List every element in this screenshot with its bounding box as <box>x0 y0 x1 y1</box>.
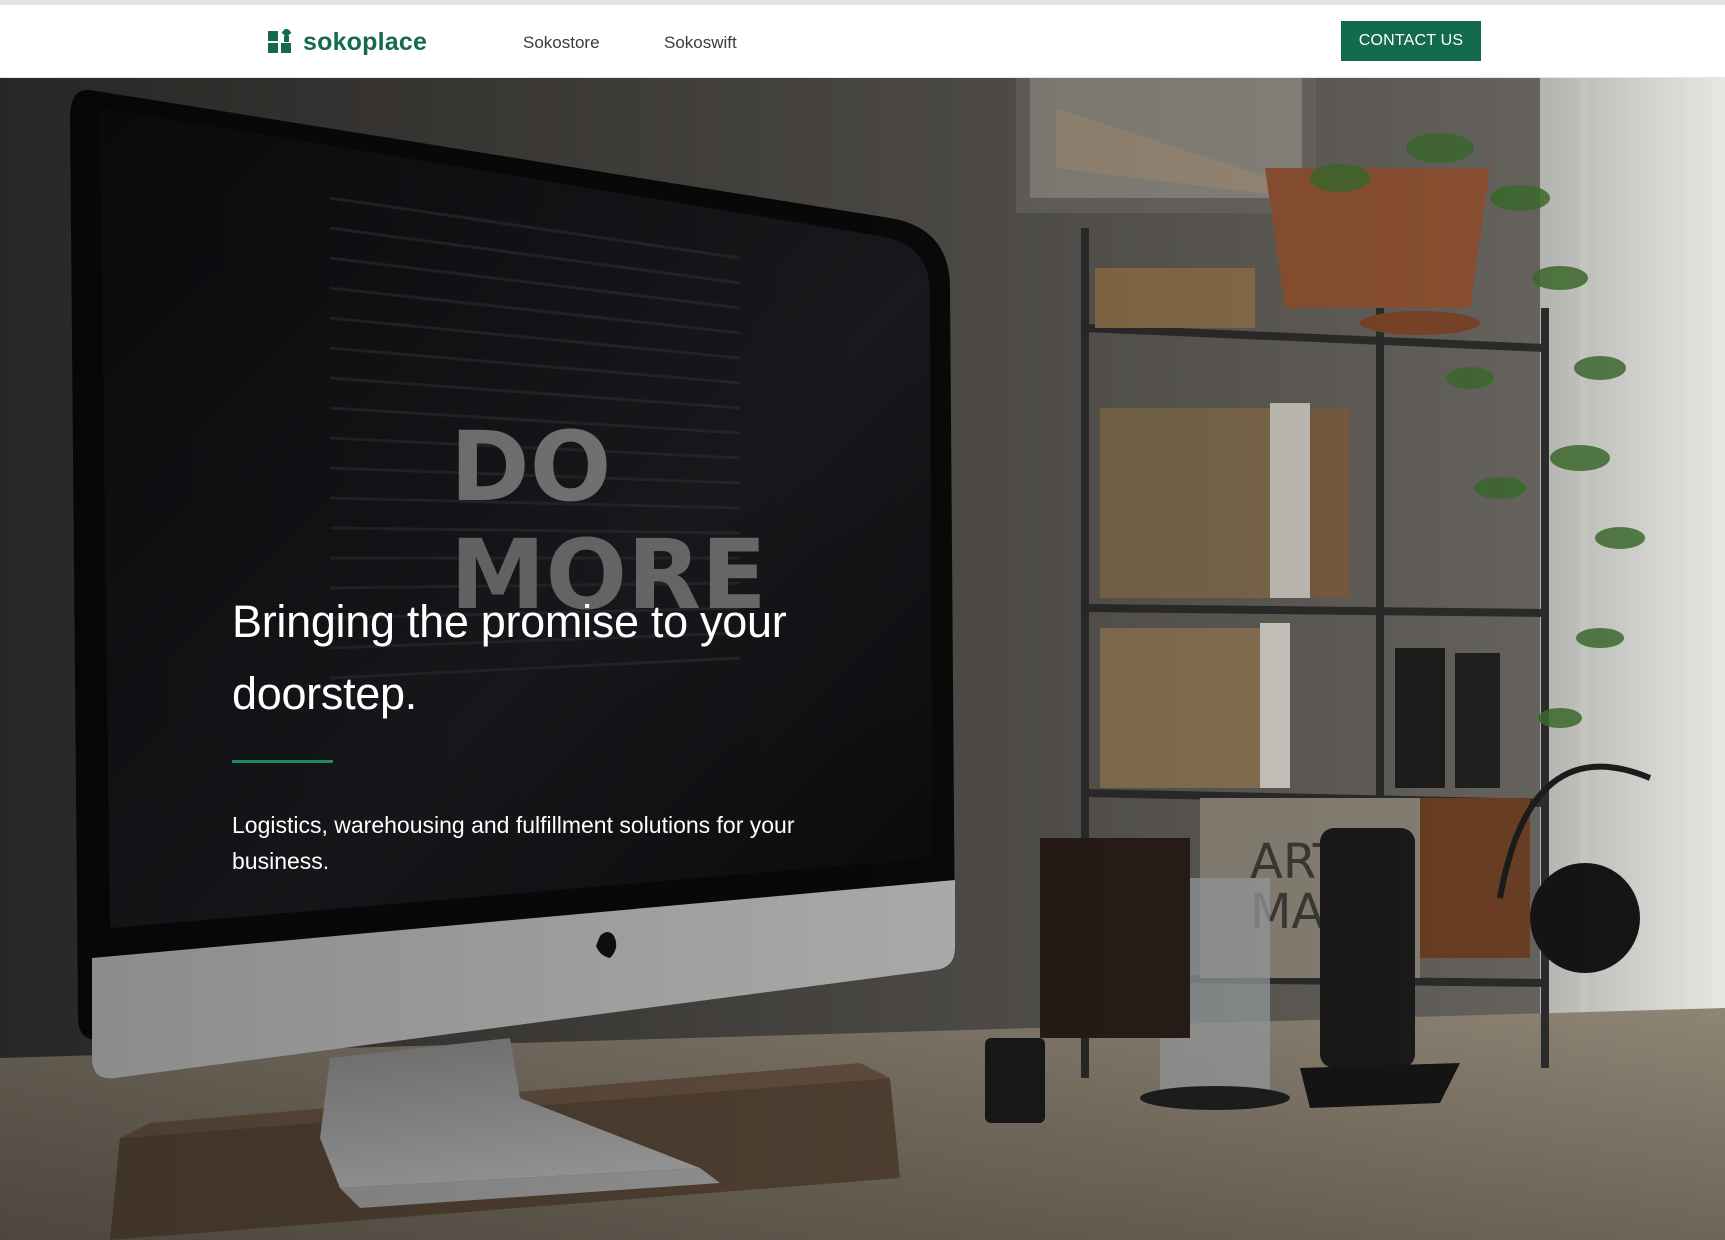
brand-logo[interactable]: sokoplace <box>268 27 427 57</box>
hero-title: Bringing the promise to your doorstep. <box>232 596 787 719</box>
contact-us-button[interactable]: CONTACT US <box>1341 21 1481 61</box>
hero-section: ART MA <box>0 78 1725 1240</box>
nav-link-sokoswift[interactable]: Sokoswift <box>664 33 737 53</box>
hero-content: Bringing the promise to your doorstep. L… <box>232 586 832 879</box>
hero-subtitle: Logistics, warehousing and fulfillment s… <box>232 812 795 874</box>
top-navbar: sokoplace Sokostore Sokoswift CONTACT US <box>0 5 1725 78</box>
sokoplace-logo-icon <box>268 27 294 55</box>
hero-divider <box>232 760 333 763</box>
nav-link-sokostore[interactable]: Sokostore <box>523 33 600 53</box>
brand-name: sokoplace <box>303 27 428 56</box>
